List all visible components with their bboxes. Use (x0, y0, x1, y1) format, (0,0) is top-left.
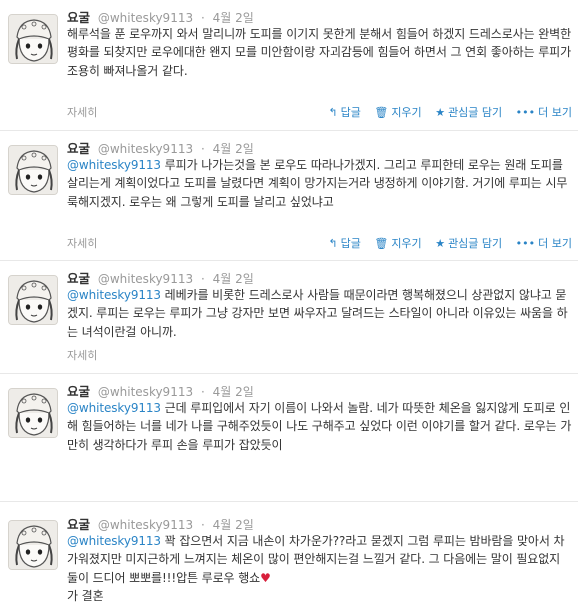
avatar[interactable] (8, 388, 58, 438)
timestamp[interactable]: 4월 2일 (213, 518, 254, 532)
tweet-header: 요굴 @whitesky9113 · 4월 2일 (67, 514, 254, 533)
delete-button[interactable]: 🗑 지우기 (374, 104, 421, 120)
separator-dot: · (200, 11, 205, 25)
author-screen-name[interactable]: @whitesky9113 (98, 518, 193, 532)
timestamp[interactable]: 4월 2일 (213, 11, 254, 25)
tweet-item: 요굴 @whitesky9113 · 4월 2일 해루석을 푼 로우까지 와서 … (0, 0, 578, 131)
tweet-text: @whitesky9113 근데 루피입에서 자기 이름이 나와서 놀람. 네가… (67, 399, 572, 454)
tweet-item: 요굴 @whitesky9113 · 4월 2일 @whitesky9113 루… (0, 131, 578, 261)
reply-arrow-icon: ↰ (328, 106, 338, 119)
delete-button[interactable]: 🗑 지우기 (374, 235, 421, 251)
separator-dot: · (200, 272, 205, 286)
avatar-illustration (9, 15, 57, 63)
favorite-label: 관심글 담기 (448, 106, 503, 119)
timestamp[interactable]: 4월 2일 (213, 385, 254, 399)
tweet-header: 요굴 @whitesky9113 · 4월 2일 (67, 138, 254, 157)
tweet-footer: 자세히 ↰ 답글 🗑 지우기 ★ 관심글 담기 ••• 더 보기 (0, 101, 578, 121)
tweet-text-tail: 가 결혼 (67, 589, 104, 604)
tweet-text: @whitesky9113 레베카를 비롯한 드레스로사 사람들 때문이라면 행… (67, 286, 572, 341)
author-name[interactable]: 요굴 (67, 10, 90, 25)
more-label: 더 보기 (538, 237, 572, 250)
more-button[interactable]: ••• 더 보기 (516, 235, 572, 251)
star-icon: ★ (435, 237, 446, 250)
mention-link[interactable]: @whitesky9113 (67, 401, 161, 415)
avatar[interactable] (8, 14, 58, 64)
avatar-illustration (9, 521, 57, 569)
author-name[interactable]: 요굴 (67, 271, 90, 286)
reply-button[interactable]: ↰ 답글 (328, 104, 360, 120)
author-screen-name[interactable]: @whitesky9113 (98, 142, 193, 156)
avatar[interactable] (8, 520, 58, 570)
tweet-header: 요굴 @whitesky9113 · 4월 2일 (67, 7, 254, 26)
star-icon: ★ (435, 106, 446, 119)
delete-label: 지우기 (391, 106, 422, 119)
favorite-label: 관심글 담기 (448, 237, 503, 250)
separator-dot: · (200, 385, 205, 399)
author-screen-name[interactable]: @whitesky9113 (98, 385, 193, 399)
trash-icon: 🗑 (374, 106, 389, 119)
heart-icon: ♥ (260, 570, 271, 585)
tweet-actions: ↰ 답글 🗑 지우기 ★ 관심글 담기 ••• 더 보기 (318, 104, 572, 120)
ellipsis-icon: ••• (515, 237, 536, 250)
expand-link[interactable]: 자세히 (67, 104, 97, 120)
tweet-text: @whitesky9113 꽉 잡으면서 지금 내손이 차가운가??라고 묻겠지… (67, 532, 572, 606)
author-name[interactable]: 요굴 (67, 517, 90, 532)
tweet-actions: ↰ 답글 🗑 지우기 ★ 관심글 담기 ••• 더 보기 (318, 235, 572, 251)
avatar-illustration (9, 389, 57, 437)
mention-link[interactable]: @whitesky9113 (67, 158, 161, 172)
avatar-illustration (9, 146, 57, 194)
tweet-footer: 자세히 ↰ 답글 🗑 지우기 ★ 관심글 담기 ••• 더 보기 (0, 232, 578, 252)
more-label: 더 보기 (538, 106, 572, 119)
expand-link[interactable]: 자세히 (67, 347, 97, 363)
delete-label: 지우기 (391, 237, 422, 250)
author-name[interactable]: 요굴 (67, 141, 90, 156)
author-screen-name[interactable]: @whitesky9113 (98, 272, 193, 286)
trash-icon: 🗑 (374, 237, 389, 250)
tweet-header: 요굴 @whitesky9113 · 4월 2일 (67, 268, 254, 287)
reply-label: 답글 (340, 106, 361, 119)
favorite-button[interactable]: ★ 관심글 담기 (435, 235, 502, 251)
author-screen-name[interactable]: @whitesky9113 (98, 11, 193, 25)
avatar-illustration (9, 276, 57, 324)
author-name[interactable]: 요굴 (67, 384, 90, 399)
separator-dot: · (200, 142, 205, 156)
separator-dot: · (200, 518, 205, 532)
expand-link[interactable]: 자세히 (67, 235, 97, 251)
tweet-text: @whitesky9113 루피가 나가는것을 본 로우도 따라나가겠지. 그리… (67, 156, 572, 211)
tweet-item: 요굴 @whitesky9113 · 4월 2일 @whitesky9113 근… (0, 374, 578, 502)
tweet-item: 요굴 @whitesky9113 · 4월 2일 @whitesky9113 레… (0, 261, 578, 374)
tweet-text-content: 해루석을 푼 로우까지 와서 말리니까 도피를 이기지 못한게 분해서 힘들어 … (67, 27, 572, 78)
reply-arrow-icon: ↰ (328, 237, 338, 250)
favorite-button[interactable]: ★ 관심글 담기 (435, 104, 502, 120)
timestamp[interactable]: 4월 2일 (213, 142, 254, 156)
reply-label: 답글 (340, 237, 361, 250)
avatar[interactable] (8, 145, 58, 195)
mention-link[interactable]: @whitesky9113 (67, 288, 161, 302)
tweet-text: 해루석을 푼 로우까지 와서 말리니까 도피를 이기지 못한게 분해서 힘들어 … (67, 25, 572, 80)
mention-link[interactable]: @whitesky9113 (67, 534, 161, 548)
avatar[interactable] (8, 275, 58, 325)
tweet-header: 요굴 @whitesky9113 · 4월 2일 (67, 381, 254, 400)
ellipsis-icon: ••• (515, 106, 536, 119)
reply-button[interactable]: ↰ 답글 (328, 235, 360, 251)
timestamp[interactable]: 4월 2일 (213, 272, 254, 286)
more-button[interactable]: ••• 더 보기 (516, 104, 572, 120)
tweet-feed: 요굴 @whitesky9113 · 4월 2일 해루석을 푼 로우까지 와서 … (0, 0, 578, 612)
tweet-item: 요굴 @whitesky9113 · 4월 2일 @whitesky9113 꽉… (0, 502, 578, 612)
